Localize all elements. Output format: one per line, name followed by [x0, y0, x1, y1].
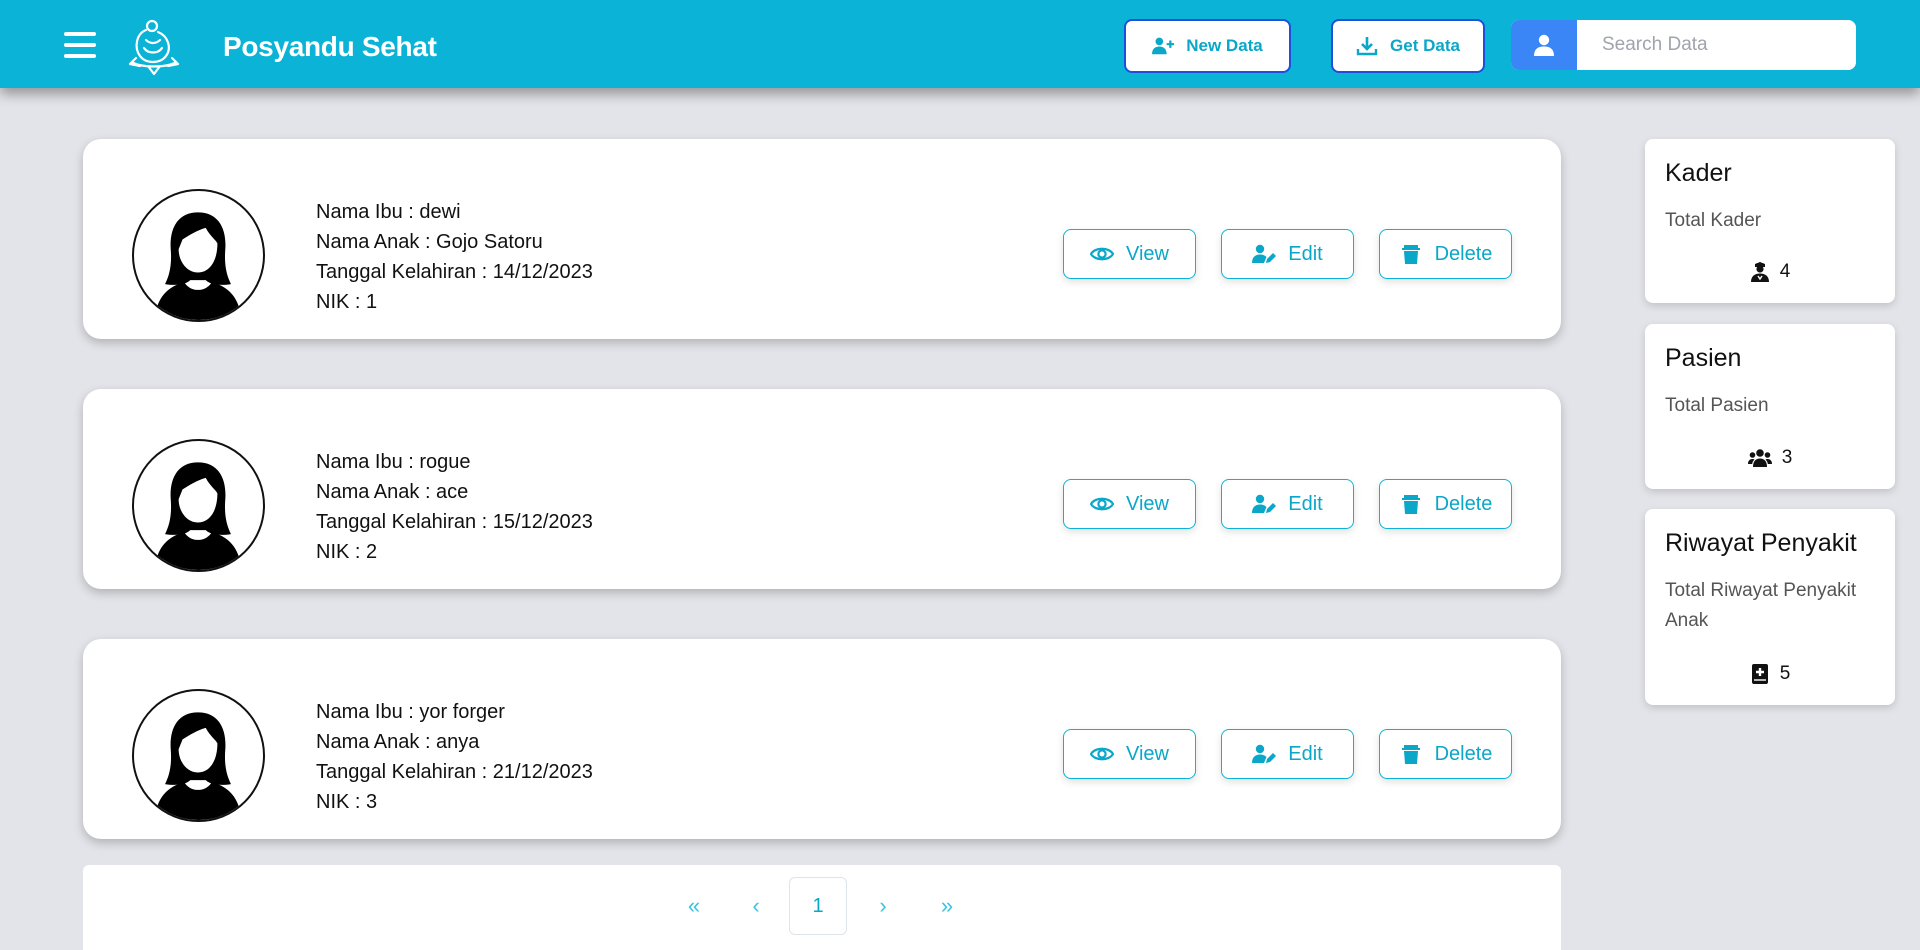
delete-button[interactable]: Delete [1379, 229, 1512, 279]
eye-icon [1090, 247, 1114, 261]
view-button[interactable]: View [1063, 729, 1196, 779]
edit-button[interactable]: Edit [1221, 229, 1354, 279]
riwayat-count: 5 [1779, 663, 1791, 684]
patient-card: Nama Ibu : rogue Nama Anak : ace Tanggal… [83, 389, 1561, 589]
woman-avatar-icon [155, 462, 241, 570]
widget-title: Pasien [1665, 344, 1742, 372]
widget-subtitle: Total Pasien [1665, 395, 1769, 416]
user-nurse-icon [1750, 262, 1769, 282]
trash-icon [1401, 495, 1420, 514]
delete-label: Delete [1434, 242, 1493, 265]
nama-ibu: Nama Ibu : rogue [316, 451, 471, 473]
widget-subtitle: Total Riwayat Penyakit Anak [1665, 580, 1857, 631]
page-1-button[interactable]: 1 [789, 877, 847, 935]
pasien-widget: Pasien Total Pasien 3 [1645, 324, 1895, 489]
tanggal-kelahiran: Tanggal Kelahiran : 15/12/2023 [316, 511, 593, 533]
patient-info: Nama Ibu : yor forger Nama Anak : anya T… [316, 697, 593, 817]
delete-label: Delete [1434, 492, 1493, 515]
riwayat-penyakit-widget: Riwayat Penyakit Total Riwayat Penyakit … [1645, 509, 1895, 705]
users-icon [1747, 449, 1772, 467]
view-label: View [1126, 492, 1169, 515]
app-title: Posyandu Sehat [223, 31, 437, 62]
eye-icon [1090, 497, 1114, 511]
user-plus-icon [1152, 37, 1175, 55]
trash-icon [1401, 745, 1420, 764]
widget-stat: 5 [1645, 663, 1895, 685]
user-edit-icon [1252, 244, 1277, 263]
nama-anak: Nama Anak : Gojo Satoru [316, 231, 543, 253]
patient-info: Nama Ibu : rogue Nama Anak : ace Tanggal… [316, 447, 593, 567]
trash-icon [1401, 245, 1420, 264]
widget-title: Riwayat Penyakit [1665, 529, 1857, 557]
pagination: « ‹ 1 › » [83, 865, 1561, 950]
edit-button[interactable]: Edit [1221, 479, 1354, 529]
edit-label: Edit [1288, 242, 1323, 265]
patient-card: Nama Ibu : dewi Nama Anak : Gojo Satoru … [83, 139, 1561, 339]
widget-title: Kader [1665, 159, 1732, 187]
medical-book-icon [1751, 664, 1768, 684]
search-box [1511, 20, 1856, 70]
user-edit-icon [1252, 494, 1277, 513]
view-label: View [1126, 742, 1169, 765]
view-button[interactable]: View [1063, 229, 1196, 279]
nik: NIK : 2 [316, 541, 378, 563]
search-input[interactable] [1577, 20, 1856, 70]
delete-button[interactable]: Delete [1379, 729, 1512, 779]
edit-button[interactable]: Edit [1221, 729, 1354, 779]
get-data-button[interactable]: Get Data [1331, 19, 1485, 73]
widget-subtitle: Total Kader [1665, 210, 1762, 231]
last-page-button[interactable]: » [918, 877, 976, 935]
nama-anak: Nama Anak : ace [316, 481, 469, 503]
user-icon[interactable] [1511, 20, 1577, 70]
widget-stat: 3 [1645, 447, 1895, 469]
delete-button[interactable]: Delete [1379, 479, 1512, 529]
pasien-count: 3 [1781, 447, 1793, 468]
menu-icon[interactable] [64, 32, 96, 58]
edit-label: Edit [1288, 492, 1323, 515]
posyandu-logo-icon [128, 19, 180, 76]
user-edit-icon [1252, 744, 1277, 763]
new-data-button[interactable]: New Data [1124, 19, 1291, 73]
new-data-label: New Data [1186, 36, 1263, 55]
kader-count: 4 [1779, 261, 1791, 282]
prev-page-button[interactable]: ‹ [727, 877, 785, 935]
view-label: View [1126, 242, 1169, 265]
patient-card: Nama Ibu : yor forger Nama Anak : anya T… [83, 639, 1561, 839]
avatar [132, 689, 265, 822]
next-page-button[interactable]: › [854, 877, 912, 935]
first-page-button[interactable]: « [665, 877, 723, 935]
view-button[interactable]: View [1063, 479, 1196, 529]
woman-avatar-icon [155, 212, 241, 320]
download-icon [1356, 37, 1378, 56]
widget-stat: 4 [1645, 261, 1895, 283]
nama-ibu: Nama Ibu : yor forger [316, 701, 505, 723]
patient-info: Nama Ibu : dewi Nama Anak : Gojo Satoru … [316, 197, 593, 317]
nama-anak: Nama Anak : anya [316, 731, 480, 753]
eye-icon [1090, 747, 1114, 761]
avatar [132, 189, 265, 322]
kader-widget: Kader Total Kader 4 [1645, 139, 1895, 303]
top-navbar: Posyandu Sehat New Data Get Data [0, 0, 1920, 88]
woman-avatar-icon [155, 712, 241, 820]
tanggal-kelahiran: Tanggal Kelahiran : 21/12/2023 [316, 761, 593, 783]
get-data-label: Get Data [1390, 36, 1460, 55]
avatar [132, 439, 265, 572]
tanggal-kelahiran: Tanggal Kelahiran : 14/12/2023 [316, 261, 593, 283]
nik: NIK : 1 [316, 291, 378, 313]
nik: NIK : 3 [316, 791, 378, 813]
edit-label: Edit [1288, 742, 1323, 765]
delete-label: Delete [1434, 742, 1493, 765]
nama-ibu: Nama Ibu : dewi [316, 201, 461, 223]
